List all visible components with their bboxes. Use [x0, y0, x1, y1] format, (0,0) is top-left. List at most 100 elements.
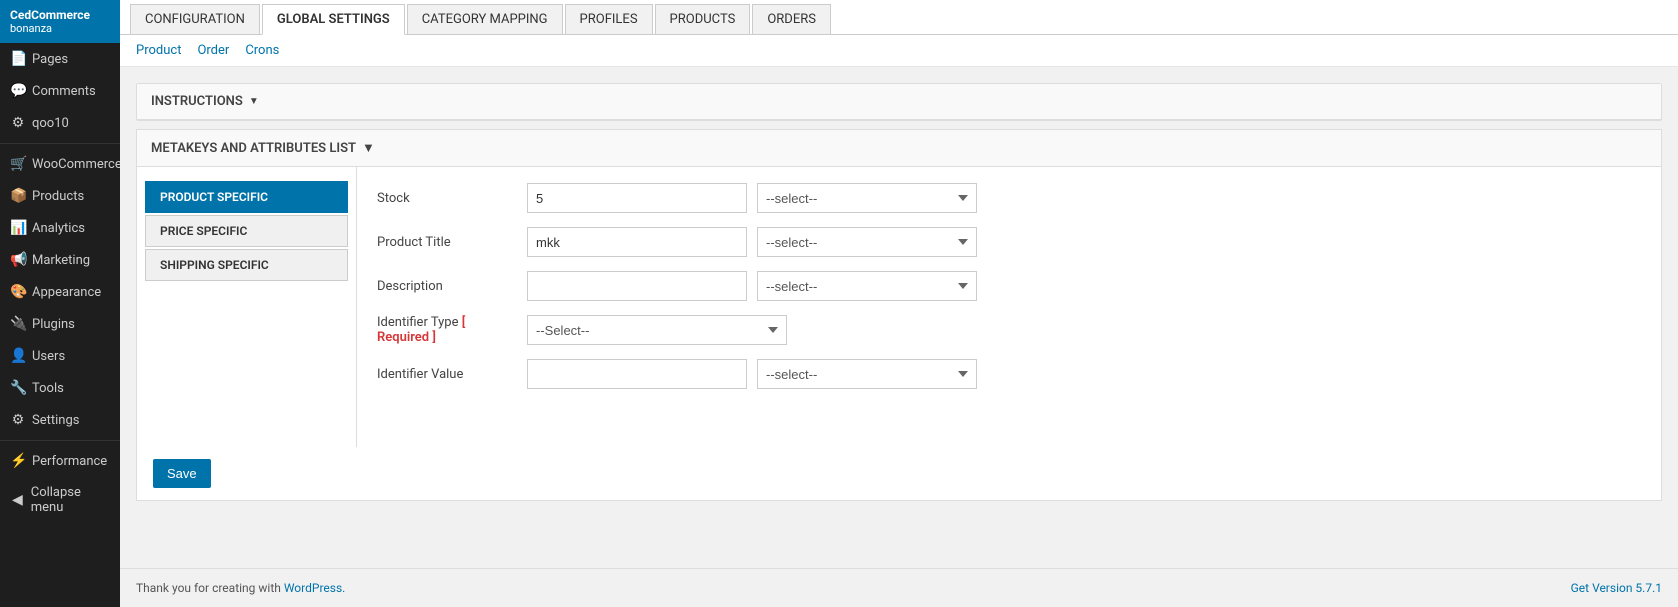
sidebar-brand: CedCommerce bonanza: [0, 0, 120, 43]
sidebar-item-label: Tools: [32, 381, 64, 396]
main-area: CONFIGURATION GLOBAL SETTINGS CATEGORY M…: [120, 0, 1678, 607]
sidebar-item-label: Products: [32, 189, 84, 204]
instructions-arrow: ▼: [249, 96, 259, 107]
brand-name: CedCommerce: [10, 8, 110, 22]
identifier-value-input[interactable]: [527, 359, 747, 389]
version-link[interactable]: Get Version 5.7.1: [1571, 581, 1662, 595]
tab-profiles[interactable]: PROFILES: [565, 4, 653, 34]
instructions-header[interactable]: INSTRUCTIONS ▼: [137, 84, 1661, 120]
identifier-type-select[interactable]: --Select-- UPC EAN ISBN MPN: [527, 315, 787, 345]
sidebar-item-label: Analytics: [32, 221, 85, 236]
description-label: Description: [377, 279, 517, 294]
sidebar-item-comments[interactable]: 💬 Comments: [0, 75, 120, 107]
comments-icon: 💬: [10, 83, 26, 99]
sidebar-item-label: Appearance: [32, 285, 101, 300]
settings-icon: ⚙: [10, 412, 26, 428]
sidebar-item-label: Users: [32, 349, 65, 364]
sidebar-item-analytics[interactable]: 📊 Analytics: [0, 212, 120, 244]
sidebar-item-woocommerce[interactable]: 🛒 WooCommerce: [0, 148, 120, 180]
form-area: Stock --select-- Option 1 Option 2 Produ…: [357, 167, 1661, 447]
content-area: INSTRUCTIONS ▼ METAKEYS AND ATTRIBUTES L…: [120, 67, 1678, 568]
sub-brand: bonanza: [10, 22, 110, 35]
products-icon: 📦: [10, 188, 26, 204]
sidebar-item-performance[interactable]: ⚡ Performance: [0, 445, 120, 477]
sidebar-item-label: WooCommerce: [32, 157, 122, 172]
tab-price-specific[interactable]: PRICE SPECIFIC: [145, 215, 348, 247]
identifier-value-label: Identifier Value: [377, 367, 517, 382]
description-select[interactable]: --select-- Option 1 Option 2: [757, 271, 977, 301]
wordpress-link[interactable]: WordPress.: [284, 581, 345, 595]
tabs-bar: CONFIGURATION GLOBAL SETTINGS CATEGORY M…: [120, 0, 1678, 35]
product-title-select[interactable]: --select-- Option 1 Option 2: [757, 227, 977, 257]
form-row-identifier-type: Identifier Type [ Required ] --Select-- …: [377, 315, 1641, 345]
plugins-icon: 🔌: [10, 316, 26, 332]
product-title-input[interactable]: [527, 227, 747, 257]
sidebar-item-appearance[interactable]: 🎨 Appearance: [0, 276, 120, 308]
form-row-identifier-value: Identifier Value --select-- Option 1 Opt…: [377, 359, 1641, 389]
stock-label: Stock: [377, 191, 517, 206]
sidebar-separator: [0, 143, 120, 144]
tab-products[interactable]: PRODUCTS: [655, 4, 751, 34]
identifier-value-select[interactable]: --select-- Option 1 Option 2: [757, 359, 977, 389]
woocommerce-icon: 🛒: [10, 156, 26, 172]
sidebar: CedCommerce bonanza 📄 Pages 💬 Comments ⚙…: [0, 0, 120, 607]
instructions-section: INSTRUCTIONS ▼: [136, 83, 1662, 121]
tab-shipping-specific[interactable]: SHIPPING SPECIFIC: [145, 249, 348, 281]
sidebar-item-settings[interactable]: ⚙ Settings: [0, 404, 120, 436]
sidebar-item-qoo10[interactable]: ⚙ qoo10: [0, 107, 120, 139]
stock-select[interactable]: --select-- Option 1 Option 2: [757, 183, 977, 213]
form-row-stock: Stock --select-- Option 1 Option 2: [377, 183, 1641, 213]
sub-nav-order[interactable]: Order: [197, 43, 229, 58]
sidebar-item-label: Collapse menu: [31, 485, 110, 515]
metakeys-section: METAKEYS AND ATTRIBUTES LIST ▼ PRODUCT S…: [136, 129, 1662, 501]
sidebar-separator-2: [0, 440, 120, 441]
metakeys-label: METAKEYS AND ATTRIBUTES LIST: [151, 141, 356, 156]
form-row-description: Description --select-- Option 1 Option 2: [377, 271, 1641, 301]
qoo10-icon: ⚙: [10, 115, 26, 131]
sidebar-item-label: Marketing: [32, 253, 90, 268]
form-row-product-title: Product Title --select-- Option 1 Option…: [377, 227, 1641, 257]
sub-nav: Product Order Crons: [120, 35, 1678, 67]
tab-configuration[interactable]: CONFIGURATION: [130, 4, 260, 34]
sidebar-item-label: Performance: [32, 454, 107, 469]
product-title-label: Product Title: [377, 235, 517, 250]
save-area: Save: [137, 447, 1661, 500]
instructions-label: INSTRUCTIONS: [151, 94, 243, 109]
sidebar-item-marketing[interactable]: 📢 Marketing: [0, 244, 120, 276]
sub-nav-crons[interactable]: Crons: [245, 43, 279, 58]
stock-input[interactable]: [527, 183, 747, 213]
tab-global-settings[interactable]: GLOBAL SETTINGS: [262, 4, 405, 35]
sidebar-item-products[interactable]: 📦 Products: [0, 180, 120, 212]
description-input[interactable]: [527, 271, 747, 301]
sidebar-item-label: Settings: [32, 413, 79, 428]
sidebar-item-label: qoo10: [32, 116, 69, 131]
sidebar-item-collapse[interactable]: ◀ Collapse menu: [0, 477, 120, 523]
save-button[interactable]: Save: [153, 459, 211, 488]
tools-icon: 🔧: [10, 380, 26, 396]
collapse-icon: ◀: [10, 492, 25, 508]
appearance-icon: 🎨: [10, 284, 26, 300]
sidebar-item-label: Plugins: [32, 317, 75, 332]
footer: Thank you for creating with WordPress. G…: [120, 568, 1678, 607]
tab-product-specific[interactable]: PRODUCT SPECIFIC: [145, 181, 348, 213]
identifier-type-label: Identifier Type [ Required ]: [377, 315, 517, 345]
sidebar-item-pages[interactable]: 📄 Pages: [0, 43, 120, 75]
sidebar-item-label: Pages: [32, 52, 68, 67]
metakeys-header[interactable]: METAKEYS AND ATTRIBUTES LIST ▼: [137, 130, 1661, 167]
sidebar-item-plugins[interactable]: 🔌 Plugins: [0, 308, 120, 340]
users-icon: 👤: [10, 348, 26, 364]
sidebar-item-tools[interactable]: 🔧 Tools: [0, 372, 120, 404]
sidebar-item-users[interactable]: 👤 Users: [0, 340, 120, 372]
metakeys-body: PRODUCT SPECIFIC PRICE SPECIFIC SHIPPING…: [137, 167, 1661, 447]
specific-tabs: PRODUCT SPECIFIC PRICE SPECIFIC SHIPPING…: [137, 167, 357, 447]
metakeys-arrow: ▼: [362, 140, 375, 156]
analytics-icon: 📊: [10, 220, 26, 236]
sidebar-item-label: Comments: [32, 84, 96, 99]
sub-nav-product[interactable]: Product: [136, 43, 181, 58]
marketing-icon: 📢: [10, 252, 26, 268]
footer-credit: Thank you for creating with WordPress.: [136, 581, 345, 595]
tab-orders[interactable]: ORDERS: [752, 4, 831, 34]
tab-category-mapping[interactable]: CATEGORY MAPPING: [407, 4, 563, 34]
performance-icon: ⚡: [10, 453, 26, 469]
pages-icon: 📄: [10, 51, 26, 67]
